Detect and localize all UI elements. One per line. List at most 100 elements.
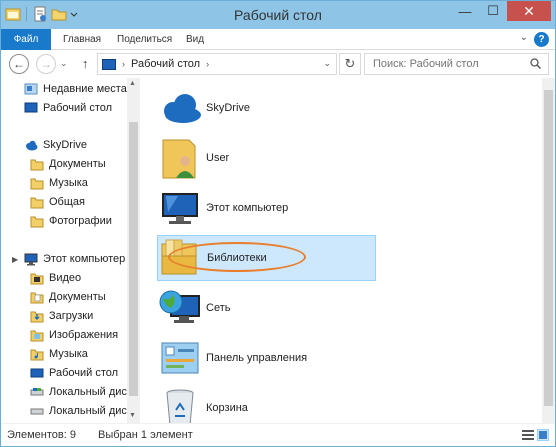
sidebar-item-label: Загрузки <box>49 310 94 322</box>
item-label: SkyDrive <box>206 101 251 114</box>
downloads-folder-icon <box>30 309 44 323</box>
maximize-button[interactable]: ☐ <box>479 1 507 21</box>
sidebar-item-documents[interactable]: Документы <box>30 288 106 306</box>
refresh-button[interactable]: ↻ <box>339 53 361 75</box>
sidebar-item-label: Документы <box>49 291 106 303</box>
sidebar-item-desktop-folder[interactable]: Рабочий стол <box>30 364 118 382</box>
pictures-folder-icon <box>30 328 44 342</box>
desktop-icon <box>102 58 116 70</box>
breadcrumb-arrow-icon[interactable]: › <box>206 59 209 69</box>
expand-arrow-icon[interactable]: ▶ <box>12 255 18 264</box>
file-list-scrollbar[interactable] <box>542 78 555 423</box>
tab-home[interactable]: Главная <box>53 29 111 50</box>
control-panel-icon <box>157 336 203 380</box>
sidebar-item-label: Этот компьютер <box>43 253 126 265</box>
sidebar-item-label: Изображения <box>49 329 119 341</box>
skydrive-icon <box>24 138 38 152</box>
desktop-folder-icon <box>30 366 44 380</box>
navigation-bar: ← → ⌄ ↑ › Рабочий стол › ⌄ ↻ <box>1 50 555 78</box>
ribbon-tabs: Файл Главная Поделиться Вид ⌄ ? <box>1 29 555 50</box>
address-dropdown-icon[interactable]: ⌄ <box>323 58 331 69</box>
sidebar-item-skydrive-shared[interactable]: Общая <box>30 193 85 211</box>
sidebar-item-local-disk-c[interactable]: Локальный диск <box>30 383 132 401</box>
item-label: User <box>206 151 230 164</box>
sidebar-item-label: Локальный диск <box>49 405 132 417</box>
item-this-pc[interactable]: Этот компьютер <box>157 185 376 230</box>
navigation-pane-scrollbar[interactable]: ▲ ▼ <box>127 78 140 423</box>
sidebar-item-skydrive[interactable]: SkyDrive <box>24 136 87 154</box>
user-folder-icon <box>157 136 203 180</box>
folder-icon <box>30 214 44 228</box>
sidebar-item-label: SkyDrive <box>43 139 88 151</box>
close-button[interactable]: ✕ <box>507 1 551 21</box>
sidebar-item-recent-places[interactable]: Недавние места <box>24 80 127 98</box>
sidebar-item-label: Документы <box>49 158 106 170</box>
sidebar-item-label: Музыка <box>49 348 88 360</box>
scrollbar-thumb[interactable] <box>544 90 553 406</box>
selection-count: Выбран 1 элемент <box>98 429 193 441</box>
videos-folder-icon <box>30 271 44 285</box>
sidebar-item-label: Рабочий стол <box>49 367 119 379</box>
item-label: Панель управления <box>206 351 308 364</box>
help-button[interactable]: ? <box>534 32 549 47</box>
item-user-folder[interactable]: User <box>157 135 376 180</box>
address-bar[interactable]: › Рабочий стол › ⌄ <box>97 53 337 75</box>
desktop-icon <box>24 101 38 115</box>
sidebar-item-videos[interactable]: Видео <box>30 269 81 287</box>
music-folder-icon <box>30 347 44 361</box>
folder-icon <box>30 176 44 190</box>
sidebar-item-label: Локальный диск <box>49 386 132 398</box>
sidebar-item-downloads[interactable]: Загрузки <box>30 307 93 325</box>
item-label: Этот компьютер <box>206 201 289 214</box>
file-list: SkyDrive User Этот компьютер Библиотеки <box>140 78 555 425</box>
sidebar-item-skydrive-music[interactable]: Музыка <box>30 174 88 192</box>
folder-icon <box>30 195 44 209</box>
sidebar-item-skydrive-documents[interactable]: Документы <box>30 155 106 173</box>
large-icons-view-icon[interactable] <box>537 429 549 441</box>
search-icon[interactable] <box>530 58 541 69</box>
tab-file[interactable]: Файл <box>1 29 51 50</box>
details-view-icon[interactable] <box>522 429 534 441</box>
content-area: Недавние места Рабочий стол SkyDrive Док… <box>1 78 555 425</box>
window-controls: — ☐ ✕ <box>451 1 551 21</box>
item-skydrive[interactable]: SkyDrive <box>157 85 376 130</box>
skydrive-icon <box>157 86 203 130</box>
computer-icon <box>157 186 203 230</box>
search-input[interactable] <box>373 58 523 70</box>
scroll-up-icon[interactable]: ▲ <box>129 80 136 87</box>
highlight-oval <box>168 242 306 272</box>
breadcrumb-desktop[interactable]: Рабочий стол <box>131 58 200 70</box>
sidebar-item-local-disk-d[interactable]: Локальный диск <box>30 402 132 420</box>
up-button[interactable]: ↑ <box>82 56 89 71</box>
sidebar-item-pictures[interactable]: Изображения <box>30 326 118 344</box>
breadcrumb-separator-icon[interactable]: › <box>122 59 125 69</box>
item-network[interactable]: Сеть <box>157 285 376 330</box>
item-label: Сеть <box>206 301 231 314</box>
sidebar-item-this-pc[interactable]: Этот компьютер <box>24 250 125 268</box>
sidebar-item-desktop[interactable]: Рабочий стол <box>24 99 112 117</box>
item-control-panel[interactable]: Панель управления <box>157 335 376 380</box>
minimize-button[interactable]: — <box>451 1 479 21</box>
status-bar: Элементов: 9 Выбран 1 элемент <box>1 423 555 446</box>
recent-places-icon <box>24 82 38 96</box>
item-count: Элементов: 9 <box>7 429 76 441</box>
local-disk-icon <box>30 385 44 399</box>
forward-button[interactable]: → <box>36 54 56 74</box>
scroll-down-icon[interactable]: ▼ <box>129 412 136 419</box>
search-box[interactable] <box>364 53 549 75</box>
computer-icon <box>24 252 38 266</box>
expand-ribbon-icon[interactable]: ⌄ <box>520 32 528 43</box>
view-switcher <box>522 429 549 441</box>
sidebar-item-music[interactable]: Музыка <box>30 345 88 363</box>
sidebar-item-skydrive-photos[interactable]: Фотографии <box>30 212 112 230</box>
network-icon <box>157 286 203 330</box>
item-libraries[interactable]: Библиотеки <box>157 235 376 281</box>
tab-share[interactable]: Поделиться <box>107 29 182 50</box>
sidebar-item-label: Недавние места <box>43 83 127 95</box>
recent-locations-chevron-icon[interactable]: ⌄ <box>60 58 68 69</box>
scrollbar-thumb[interactable] <box>129 122 138 396</box>
back-button[interactable]: ← <box>9 54 29 74</box>
navigation-pane: Недавние места Рабочий стол SkyDrive Док… <box>1 78 140 423</box>
tab-view[interactable]: Вид <box>176 29 214 50</box>
sidebar-item-label: Видео <box>49 272 82 284</box>
